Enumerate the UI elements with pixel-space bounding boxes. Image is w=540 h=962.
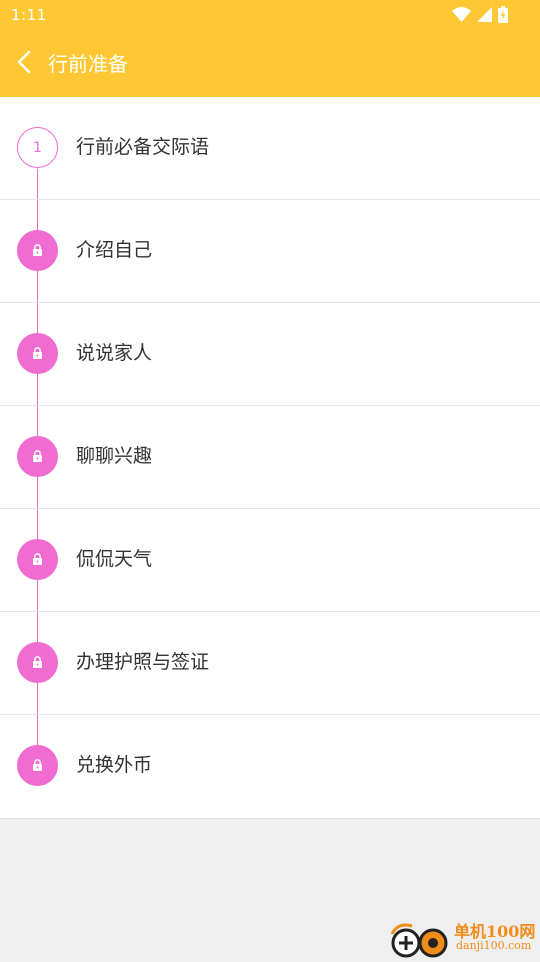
- lock-badge: [17, 745, 58, 786]
- watermark-logo-icon: [388, 922, 454, 958]
- lesson-item[interactable]: 说说家人: [0, 303, 540, 406]
- status-icons: [452, 5, 508, 27]
- lock-badge: [17, 333, 58, 374]
- lesson-number-badge: 1: [17, 127, 58, 168]
- lesson-label: 兑换外币: [76, 754, 153, 776]
- chevron-left-icon: [17, 50, 31, 78]
- lock-icon: [32, 653, 43, 672]
- lesson-label: 侃侃天气: [76, 548, 153, 570]
- lock-badge: [17, 539, 58, 580]
- lesson-item[interactable]: 介绍自己: [0, 200, 540, 303]
- page-title: 行前准备: [48, 52, 128, 76]
- lesson-item[interactable]: 办理护照与签证: [0, 612, 540, 715]
- lesson-label: 行前必备交际语: [76, 136, 210, 158]
- lesson-item[interactable]: 1 行前必备交际语: [0, 97, 540, 200]
- lock-icon: [32, 756, 43, 775]
- lesson-list: 1 行前必备交际语 介绍自己 说说家人 聊聊兴趣 侃侃天气 办理护照与签证 兑换…: [0, 97, 540, 819]
- lesson-label: 说说家人: [76, 342, 153, 364]
- watermark-url: danji100.com: [456, 939, 532, 952]
- lock-icon: [32, 344, 43, 363]
- status-time: 1:11: [11, 6, 47, 24]
- lock-icon: [32, 241, 43, 260]
- watermark: 单机100网 danji100.com: [388, 916, 538, 960]
- lesson-item[interactable]: 聊聊兴趣: [0, 406, 540, 509]
- battery-charging-icon: [498, 5, 508, 27]
- lock-icon: [32, 550, 43, 569]
- lock-icon: [32, 447, 43, 466]
- signal-icon: [477, 6, 492, 26]
- status-bar: 1:11: [0, 0, 540, 32]
- lock-badge: [17, 642, 58, 683]
- lesson-item[interactable]: 侃侃天气: [0, 509, 540, 612]
- lesson-label: 聊聊兴趣: [76, 445, 153, 467]
- lesson-label: 介绍自己: [76, 239, 153, 261]
- lock-badge: [17, 230, 58, 271]
- lock-badge: [17, 436, 58, 477]
- wifi-icon: [452, 6, 471, 26]
- lesson-label: 办理护照与签证: [76, 651, 210, 673]
- lesson-item[interactable]: 兑换外币: [0, 715, 540, 818]
- back-button[interactable]: [8, 46, 40, 82]
- app-bar: 行前准备: [0, 32, 540, 97]
